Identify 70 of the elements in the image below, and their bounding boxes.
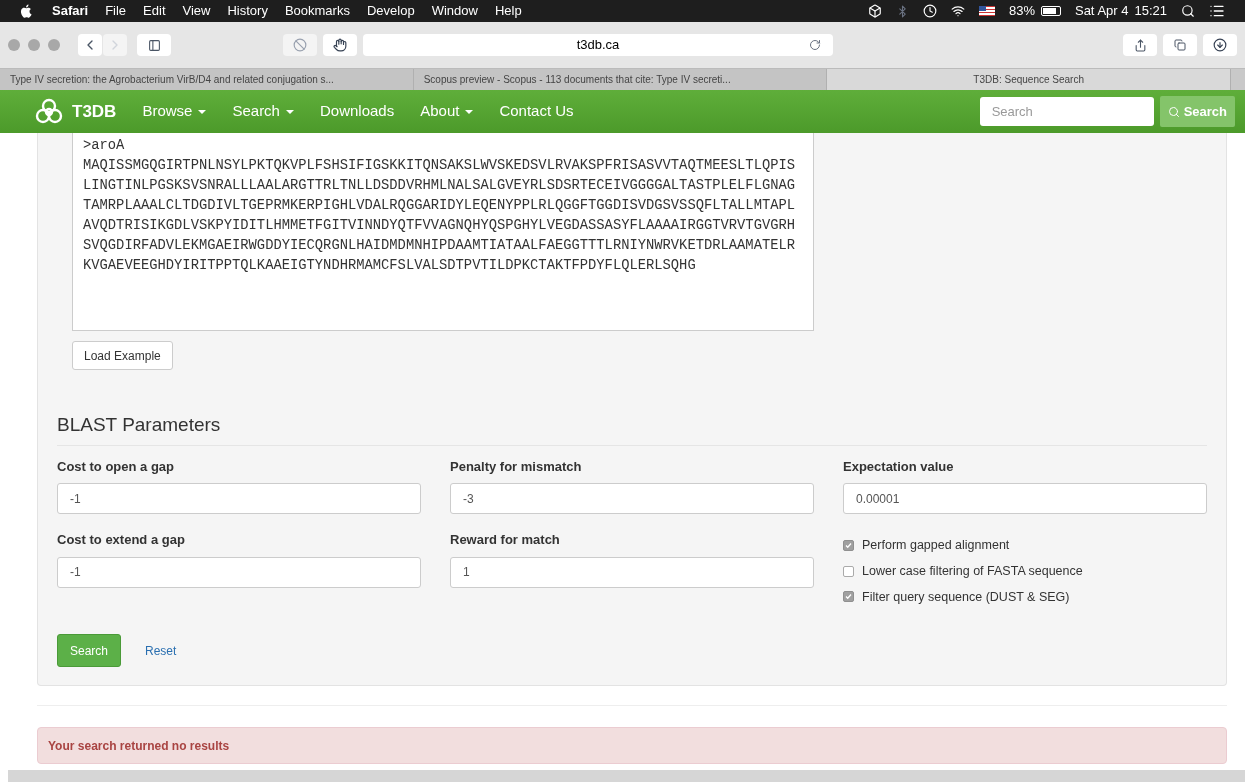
browser-tab[interactable]: Scopus preview - Scopus - 113 documents that cite: Type IV secreti...	[413, 69, 828, 90]
sequence-line: LINGTINLPGSKSVSNRALLLAALARGTTRLTNLLDSDDVRHMLNALSALGVEYRLSDSRTECEIVGGGGALTASTPLELFLGNAG	[83, 177, 797, 195]
sequence-line: MAQISSMGQGIRTPNLNSYLPKTQKVPLFSHSIFIGSKKITQNSAKSLWVSKEDSVLRVAKSPFRISASVVTAQTMEESLTLQPIS	[83, 157, 797, 175]
input-field[interactable]: -3	[450, 483, 814, 514]
menu-item[interactable]: File	[105, 1, 127, 21]
address-bar[interactable]: t3db.ca	[363, 34, 833, 56]
menu-item[interactable]: Safari	[52, 1, 89, 21]
checkbox[interactable]	[843, 539, 854, 551]
hand-button[interactable]	[323, 34, 357, 56]
share-icon	[1133, 38, 1147, 52]
section-heading: BLAST Parameters	[57, 411, 1207, 446]
sidebar-icon	[147, 38, 161, 52]
field-label: Penalty for mismatch	[450, 457, 583, 476]
minimize-icon[interactable]	[28, 39, 40, 51]
battery-icon[interactable]	[1040, 6, 1061, 16]
search-icon[interactable]	[1181, 4, 1195, 18]
field-label: Cost to open a gap	[57, 457, 175, 476]
flag-icon[interactable]	[978, 6, 995, 16]
checkbox[interactable]	[843, 591, 854, 603]
checkbox-label: Filter query sequence (DUST & SEG)	[862, 588, 1070, 606]
blocked-icon	[293, 38, 307, 52]
menu-item[interactable]: Window	[431, 1, 478, 21]
close-icon[interactable]	[8, 39, 20, 51]
browser-tab[interactable]: Type IV secretion: the Agrobacterium VirB/D4 and related conjugation s...	[0, 69, 414, 90]
load-example-button[interactable]: Load Example	[72, 341, 173, 370]
checkbox-label: Lower case filtering of FASTA sequence	[862, 562, 1083, 580]
error-alert: Your search returned no results	[37, 727, 1227, 765]
input-field[interactable]: 1	[450, 556, 814, 588]
download-icon	[1213, 38, 1227, 52]
sequence-line: AVQDTRISIKGDLVSKPYIDITLHMMETFGITVINNDYQTFVVAGNQHYQSPGHYLVEGDASSASYFLAAAAIRGGTVRVTGVGRH	[83, 217, 797, 235]
sequence-line: KVGAEVEEGHDYIRITPPTQLKAAEIGTYNDHRMAMCFSLVALSDTPVTILDPKCTAKTFPDYFLQLERLSQHG	[83, 257, 697, 275]
menu-item[interactable]: View	[182, 1, 211, 21]
clock-icon[interactable]	[922, 4, 937, 18]
share-button[interactable]	[1123, 34, 1157, 56]
clock-date[interactable]: Sat Apr 4	[1074, 1, 1129, 21]
sidebar-button[interactable]	[137, 34, 171, 56]
checkbox[interactable]	[843, 565, 854, 577]
input-field[interactable]: -1	[57, 483, 421, 514]
clock-time[interactable]: 15:21	[1134, 1, 1167, 21]
tabs-button[interactable]	[1163, 34, 1197, 56]
menu-item[interactable]: History	[227, 1, 268, 21]
sequence-line: TAMRPLAAALCLTDGDIVLTGEPRMKERPIGHLVDALRQGGARIDYLEQENYPPLRLQGGFTGGDISVDGSVSSQFLTALLMTAPL	[83, 197, 797, 215]
wifi-icon[interactable]	[950, 4, 965, 18]
download-button[interactable]	[1203, 34, 1237, 56]
back-button[interactable]	[78, 34, 102, 56]
reset-link[interactable]: Reset	[145, 641, 177, 660]
search-field[interactable]: Search	[979, 97, 1154, 126]
menu-item[interactable]: Edit	[143, 1, 166, 21]
battery-percent: 83%	[1008, 2, 1035, 21]
hand-icon	[333, 38, 347, 52]
input-field[interactable]: -1	[57, 556, 421, 588]
block-button[interactable]	[283, 34, 317, 56]
search-icon	[1167, 105, 1180, 118]
reload-icon[interactable]	[809, 39, 821, 51]
menu-icon[interactable]	[1209, 3, 1225, 19]
sequence-textarea[interactable]	[72, 133, 814, 331]
menu-item[interactable]: Develop	[366, 1, 415, 21]
tabs-icon	[1174, 39, 1186, 51]
input-field[interactable]: 0.00001	[843, 483, 1207, 514]
checkbox-label: Perform gapped alignment	[862, 537, 1010, 554]
field-label: Reward for match	[450, 531, 561, 549]
zoom-icon[interactable]	[48, 39, 60, 51]
sequence-line: >aroA	[83, 137, 126, 155]
sequence-line: SVQGDIRFADVLEKMGAEIRWGDDYIECQRGNLHAIDMDMNHIPDAAMTIATAALFAEGGTTTLRNIYNWRVKETDRLAAMATELR	[83, 237, 797, 255]
browser-tab[interactable]: T3DB: Sequence Search	[827, 69, 1231, 90]
field-label: Expectation value	[843, 457, 955, 476]
apple-logo-icon	[20, 4, 32, 18]
menu-item[interactable]: Help	[494, 1, 522, 21]
field-label: Cost to extend a gap	[57, 531, 186, 549]
menu-item[interactable]: Bookmarks	[284, 1, 350, 21]
